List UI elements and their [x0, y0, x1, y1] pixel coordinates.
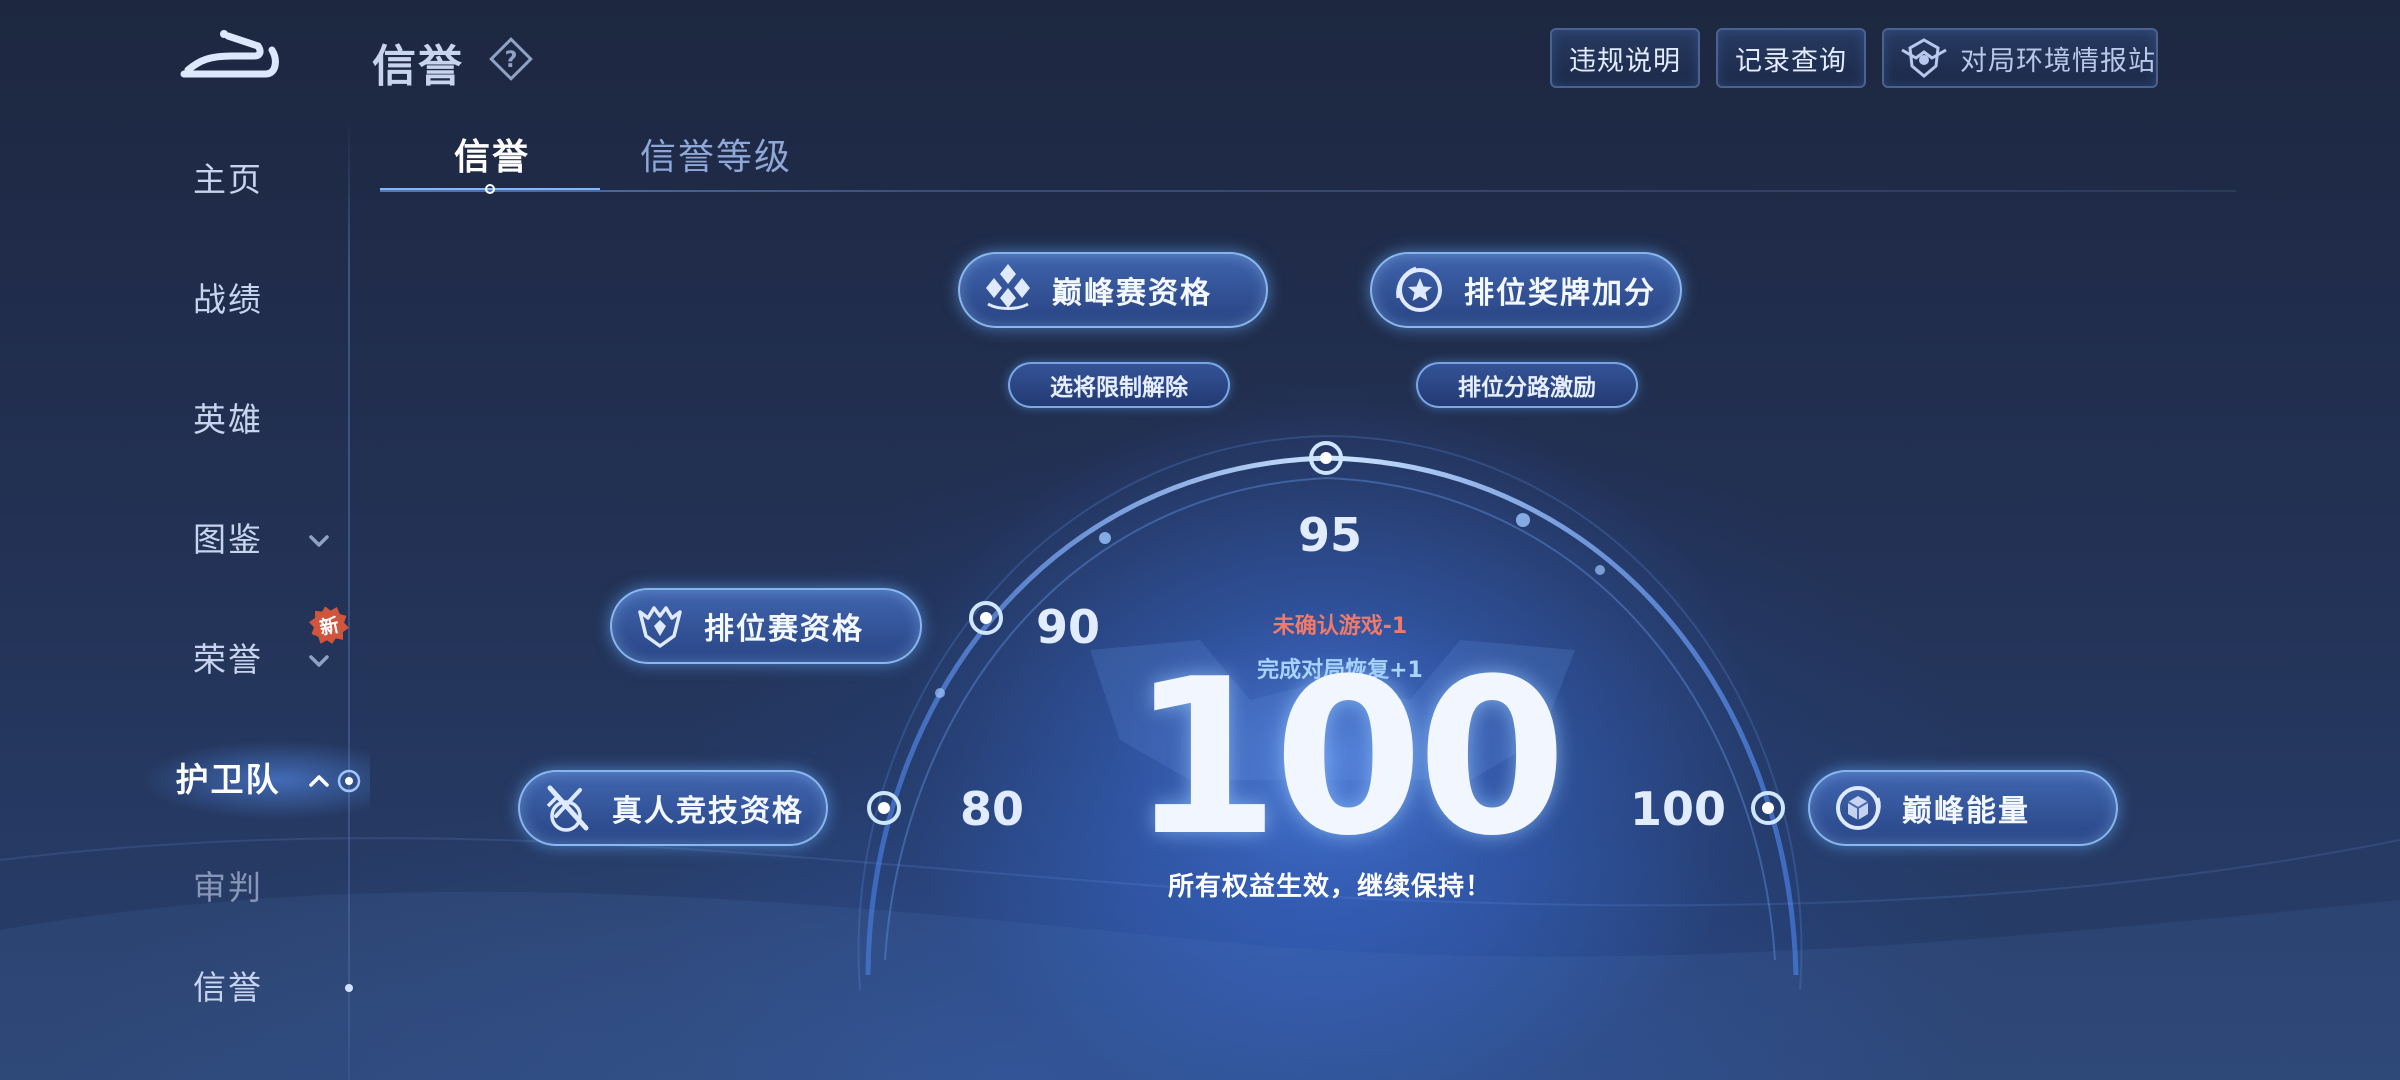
tab-active-underline	[380, 184, 600, 194]
perk-real-person-qualification[interactable]: 真人竞技资格	[518, 770, 828, 846]
chevron-down-icon[interactable]	[306, 528, 332, 554]
sidebar-item-honor[interactable]: 荣誉	[150, 630, 306, 690]
sword-shield-icon	[546, 785, 589, 832]
sidebar-divider	[348, 120, 350, 1080]
chevron-up-icon[interactable]	[306, 768, 332, 794]
credit-status-text: 所有权益生效，继续保持！	[1167, 872, 1492, 902]
gauge-tick-100: 100	[1630, 782, 1727, 836]
match-environment-station-button[interactable]: 对局环境情报站	[1882, 28, 2158, 88]
tab-credit[interactable]: 信誉	[454, 128, 530, 180]
crown-shield-icon	[638, 606, 682, 648]
sidebar-item-heroes[interactable]: 英雄	[150, 390, 306, 450]
gauge-tick-90: 90	[1036, 600, 1101, 654]
sidebar-item-guard-team[interactable]: 护卫队	[150, 750, 306, 810]
violation-info-button[interactable]: 违规说明	[1550, 28, 1700, 88]
gauge-tick-80: 80	[960, 782, 1025, 836]
perk-ranked-qualification[interactable]: 排位赛资格	[610, 588, 922, 664]
sidebar-active-indicator	[337, 769, 361, 793]
sidebar-item-dot	[345, 984, 353, 992]
page-title: 信誉	[372, 41, 464, 92]
perk-peak-energy[interactable]: 巅峰能量	[1808, 770, 2118, 846]
sidebar-item-judgment[interactable]: 审判	[150, 858, 306, 918]
perk-hero-pick-unlock[interactable]: 选将限制解除	[1008, 362, 1230, 408]
gauge-tick-95: 95	[1298, 508, 1363, 562]
sidebar-item-credit[interactable]: 信誉	[150, 958, 306, 1018]
credit-score: 100	[1130, 632, 1567, 883]
credit-gauge-arc	[0, 434, 2400, 1080]
tab-credit-level[interactable]: 信誉等级	[640, 128, 792, 180]
svg-text:?: ?	[505, 48, 518, 73]
sidebar-item-records[interactable]: 战绩	[150, 270, 306, 330]
help-icon[interactable]: ?	[488, 36, 534, 82]
perk-ranked-medal-bonus[interactable]: 排位奖牌加分	[1370, 252, 1682, 328]
peak-crystal-icon	[986, 264, 1030, 310]
sidebar-item-codex[interactable]: 图鉴	[150, 510, 306, 570]
perk-ranked-lane-incentive[interactable]: 排位分路激励	[1416, 362, 1638, 408]
chevron-down-icon[interactable]	[306, 648, 332, 674]
star-medal-icon	[1396, 266, 1442, 312]
tab-divider	[380, 190, 2236, 192]
back-button[interactable]	[180, 26, 280, 82]
new-badge: 新	[306, 602, 351, 647]
perk-peak-qualification[interactable]: 巅峰赛资格	[958, 252, 1268, 328]
energy-cube-icon	[1836, 786, 1881, 830]
shield-emblem-icon	[1901, 38, 1947, 78]
record-query-button[interactable]: 记录查询	[1716, 28, 1866, 88]
sidebar-item-home[interactable]: 主页	[150, 150, 306, 210]
